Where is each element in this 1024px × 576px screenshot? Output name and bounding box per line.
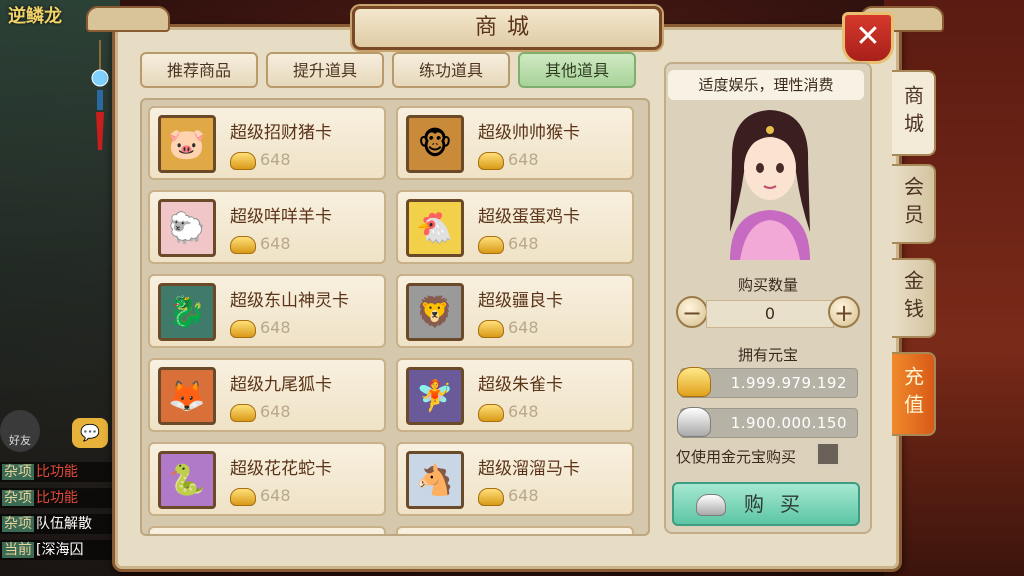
only-gold-checkbox[interactable] <box>816 442 840 466</box>
gold-ingot-icon <box>230 236 256 254</box>
increase-quantity-button[interactable]: + <box>828 296 860 328</box>
gold-ingot-icon <box>230 404 256 422</box>
fox-card-icon: 🦊 <box>158 367 216 425</box>
item-card[interactable] <box>396 526 634 534</box>
item-price: 648 <box>508 402 539 421</box>
item-grid[interactable]: 🐷 超级招财猪卡 648 🐵 超级帅帅猴卡 648 🐑 超级咩咩羊卡 648 🐔 超级蛋蛋鸡卡 648… <box>140 98 650 536</box>
item-name: 超级招财猪卡 <box>230 123 332 143</box>
item-card[interactable]: 🐉 超级东山神灵卡 648 <box>148 274 386 348</box>
tab-other-items[interactable]: 其他道具 <box>518 52 636 88</box>
item-name: 超级九尾狐卡 <box>230 375 332 395</box>
snake-card-icon: 🐍 <box>158 451 216 509</box>
gold-ingot-icon <box>230 152 256 170</box>
item-name: 超级帅帅猴卡 <box>478 123 580 143</box>
item-price: 648 <box>508 318 539 337</box>
beast-card-icon: 🦁 <box>406 283 464 341</box>
item-name: 超级花花蛇卡 <box>230 459 332 479</box>
item-name: 超级东山神灵卡 <box>230 291 349 311</box>
close-button[interactable]: ✕ <box>842 12 894 64</box>
gold-ingot-icon <box>230 488 256 506</box>
item-name: 超级蛋蛋鸡卡 <box>478 207 580 227</box>
gold-ingot-balance: 1.999.979.192 <box>677 367 858 398</box>
item-name: 超级溜溜马卡 <box>478 459 580 479</box>
quantity-field[interactable]: 0 <box>706 300 834 328</box>
slogan-banner: 适度娱乐，理性消费 <box>668 70 864 100</box>
item-card[interactable]: 🐷 超级招财猪卡 648 <box>148 106 386 180</box>
gold-ingot-icon <box>230 320 256 338</box>
item-name: 超级朱雀卡 <box>478 375 563 395</box>
item-card[interactable]: 🦁 超级疆良卡 648 <box>396 274 634 348</box>
tab-training-items[interactable]: 练功道具 <box>392 52 510 88</box>
tab-upgrade-items[interactable]: 提升道具 <box>266 52 384 88</box>
gold-ingot-icon <box>478 152 504 170</box>
chat-line: 杂项 队伍解散 <box>0 514 114 534</box>
friends-button[interactable]: 好友 <box>0 410 40 452</box>
purchase-panel: 适度娱乐，理性消费 购买数量 − 0 + 拥有元宝 1.999.979.192 … <box>664 62 872 534</box>
decrease-quantity-button[interactable]: − <box>676 296 708 328</box>
chat-line: 杂项 比功能 <box>0 488 114 508</box>
shop-title: 商城 <box>352 6 662 50</box>
sheep-card-icon: 🐑 <box>158 199 216 257</box>
monkey-card-icon: 🐵 <box>406 115 464 173</box>
item-price: 648 <box>260 402 291 421</box>
item-price: 648 <box>508 150 539 169</box>
item-price: 648 <box>260 234 291 253</box>
item-card[interactable]: 🐵 超级帅帅猴卡 648 <box>396 106 634 180</box>
silver-ingot-amount: 1.900.000.150 <box>730 414 847 432</box>
close-icon: ✕ <box>855 19 881 54</box>
item-card[interactable]: 🐍 超级花花蛇卡 648 <box>148 442 386 516</box>
item-price: 648 <box>508 486 539 505</box>
side-tab-recharge[interactable]: 充值 <box>892 352 936 436</box>
silver-ingot-icon <box>696 494 726 516</box>
only-gold-label: 仅使用金元宝购买 <box>676 448 797 466</box>
item-card[interactable]: 🧚 超级朱雀卡 648 <box>396 358 634 432</box>
dragon-card-icon: 🐉 <box>158 283 216 341</box>
item-price: 648 <box>260 486 291 505</box>
side-tab-money[interactable]: 金钱 <box>892 258 936 338</box>
chat-line: 当前 [深海囚 <box>0 540 114 560</box>
item-panel: 推荐商品 提升道具 练功道具 其他道具 🐷 超级招财猪卡 648 🐵 超级帅帅猴卡 648… <box>140 52 650 536</box>
buy-button[interactable]: 购买 <box>672 482 860 526</box>
phoenix-card-icon: 🧚 <box>406 367 464 425</box>
item-price: 648 <box>260 318 291 337</box>
owned-ingots-label: 拥有元宝 <box>737 346 798 364</box>
item-card[interactable]: 🐑 超级咩咩羊卡 648 <box>148 190 386 264</box>
gold-ingot-icon <box>478 488 504 506</box>
item-price: 648 <box>508 234 539 253</box>
item-card[interactable]: 🦊 超级九尾狐卡 648 <box>148 358 386 432</box>
gold-ingot-icon <box>478 320 504 338</box>
item-card[interactable] <box>148 526 386 534</box>
side-tab-membership[interactable]: 会员 <box>892 164 936 244</box>
item-card[interactable]: 🐔 超级蛋蛋鸡卡 648 <box>396 190 634 264</box>
side-tab-shop[interactable]: 商城 <box>892 70 936 156</box>
quantity-label: 购买数量 <box>737 276 798 294</box>
item-card[interactable]: 🐴 超级溜溜马卡 648 <box>396 442 634 516</box>
chat-line: 杂项 比功能 <box>0 462 114 482</box>
item-name: 超级疆良卡 <box>478 291 563 311</box>
background-title: 逆鳞龙 <box>8 6 62 27</box>
gold-ingot-amount: 1.999.979.192 <box>730 374 847 392</box>
buy-button-label: 购买 <box>744 492 816 516</box>
tab-recommended[interactable]: 推荐商品 <box>140 52 258 88</box>
chicken-card-icon: 🐔 <box>406 199 464 257</box>
left-corner-ornament <box>86 6 170 32</box>
pendant-ornament-icon <box>91 40 109 150</box>
item-name: 超级咩咩羊卡 <box>230 207 332 227</box>
gold-ingot-icon <box>677 367 711 397</box>
shopkeeper-portrait <box>730 110 810 260</box>
pig-card-icon: 🐷 <box>158 115 216 173</box>
gold-ingot-icon <box>478 404 504 422</box>
item-price: 648 <box>260 150 291 169</box>
silver-ingot-balance: 1.900.000.150 <box>677 407 858 438</box>
horse-card-icon: 🐴 <box>406 451 464 509</box>
gold-ingot-icon <box>478 236 504 254</box>
silver-ingot-icon <box>677 407 711 437</box>
chat-bubble-icon[interactable]: 💬 <box>72 418 108 448</box>
